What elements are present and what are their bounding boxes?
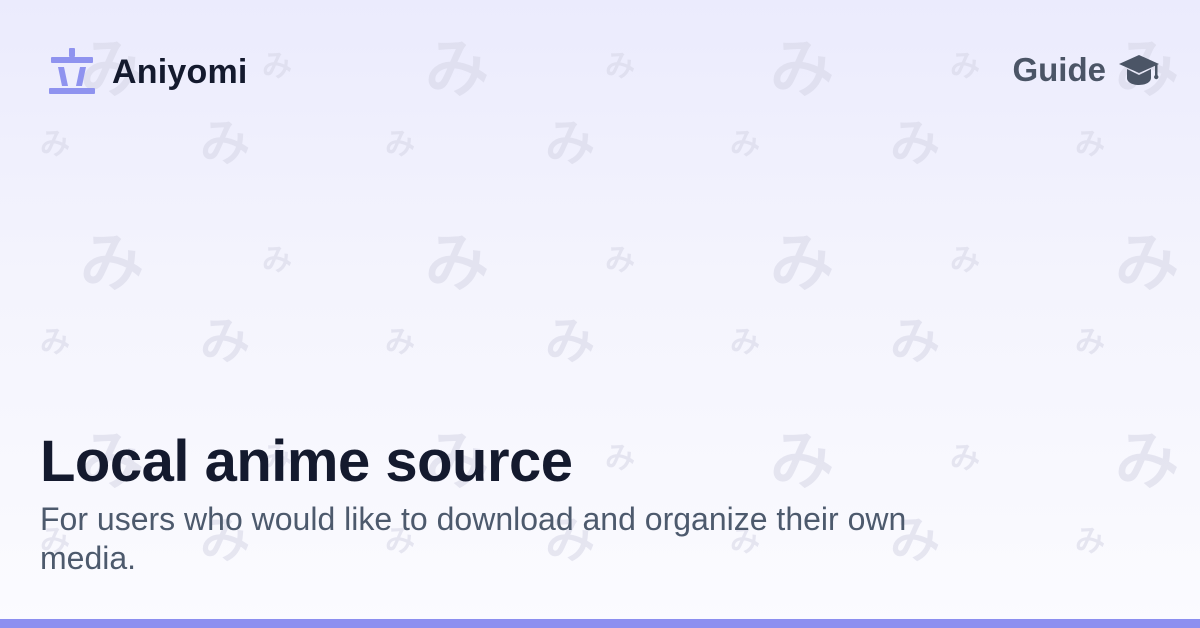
- pattern-glyph: み: [40, 325, 70, 360]
- graduation-cap-icon: [1119, 55, 1159, 85]
- pattern-glyph: み: [1115, 227, 1179, 301]
- aniyomi-logo-icon: [49, 48, 95, 94]
- pattern-glyph: み: [950, 441, 980, 476]
- pattern-glyph: み: [1115, 425, 1179, 499]
- pattern-glyph: み: [605, 243, 635, 278]
- pattern-glyph: み: [890, 312, 940, 370]
- pattern-glyph: み: [262, 243, 292, 278]
- pattern-glyph: み: [770, 227, 834, 301]
- page-description: For users who would like to download and…: [40, 501, 907, 576]
- pattern-glyph: み: [545, 312, 595, 370]
- page-title: Local anime source: [40, 429, 573, 494]
- pattern-glyph: み: [80, 227, 144, 301]
- pattern-glyph: み: [200, 312, 250, 370]
- hero: Local anime source For users who would l…: [40, 428, 940, 578]
- accent-bar: [0, 619, 1200, 628]
- pattern-glyph: み: [425, 227, 489, 301]
- pattern-glyph: み: [385, 325, 415, 360]
- guide-label: Guide: [1012, 51, 1106, 88]
- pattern-glyph: み: [1075, 325, 1105, 360]
- brand-logo[interactable]: Aniyomi: [46, 46, 248, 98]
- pattern-glyph: み: [1075, 524, 1105, 559]
- brand-name: Aniyomi: [112, 52, 248, 91]
- pattern-glyph: み: [730, 325, 760, 360]
- guide-link[interactable]: Guide: [1012, 50, 1160, 90]
- pattern-glyph: み: [950, 243, 980, 278]
- header: Aniyomi Guide: [0, 0, 1200, 150]
